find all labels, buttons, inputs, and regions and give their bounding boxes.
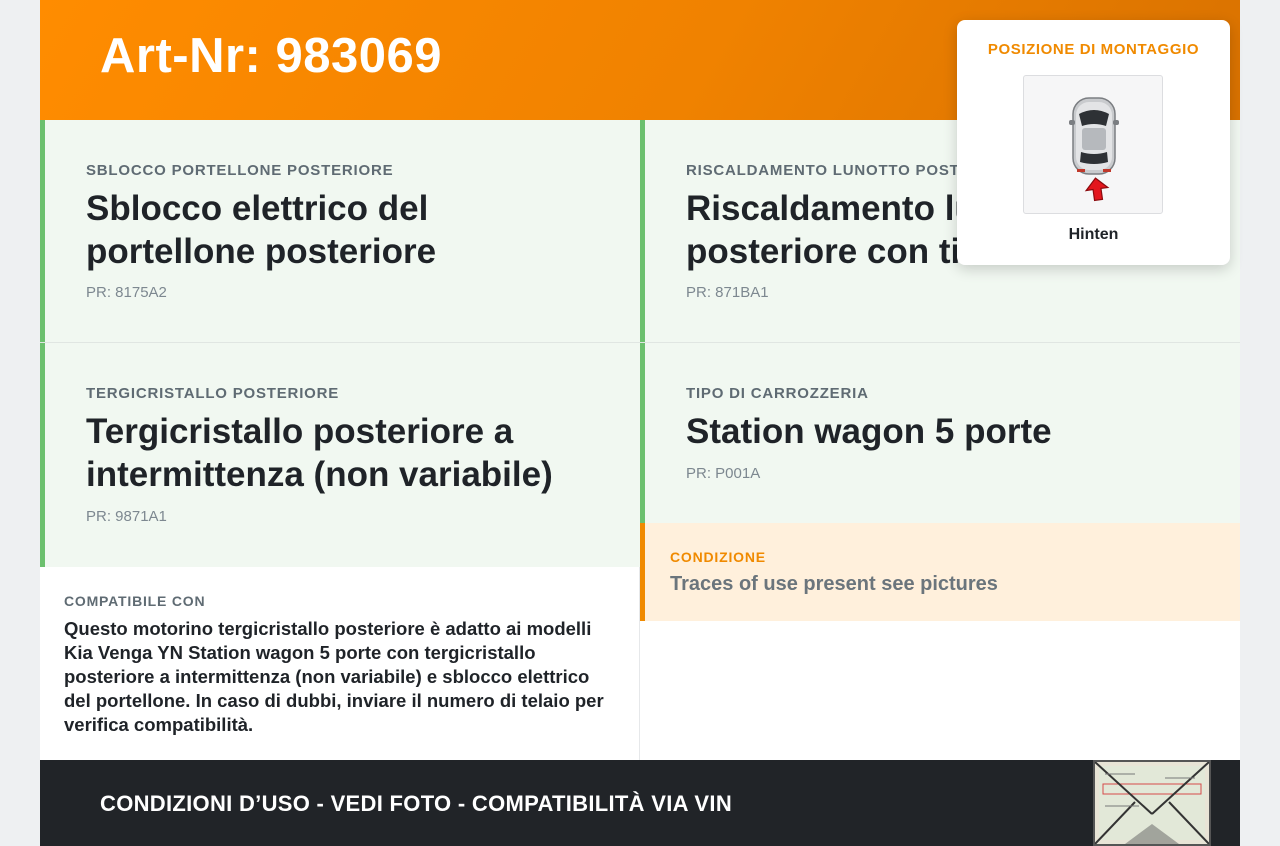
feature-value: Tergicristallo posteriore a intermittenz… — [86, 412, 553, 494]
footer-bar: CONDIZIONI D’USO - VEDI FOTO - COMPATIBI… — [40, 760, 1240, 846]
compatibility-section: COMPATIBILE CON Questo motorino tergicri… — [40, 567, 640, 760]
mounting-position-popup: POSIZIONE DI MONTAGGIO Hinten — [957, 20, 1230, 265]
feature-card-tailgate-release: SBLOCCO PORTELLONE POSTERIORE Sblocco el… — [40, 120, 640, 343]
feature-label: TIPO DI CARROZZERIA — [686, 385, 869, 402]
pr-code: PR: P001A — [686, 465, 761, 482]
footer-text: CONDIZIONI D’USO - VEDI FOTO - COMPATIBI… — [100, 791, 733, 816]
condition-label: CONDIZIONE — [670, 549, 766, 565]
compatibility-label: COMPATIBILE CON — [64, 593, 206, 609]
compatibility-text: Questo motorino tergicristallo posterior… — [64, 618, 604, 735]
feature-value: Station wagon 5 porte — [686, 412, 1052, 451]
pr-code: PR: 871BA1 — [686, 284, 769, 301]
mounting-position-title: POSIZIONE DI MONTAGGIO — [987, 41, 1200, 58]
feature-value: Sblocco elettrico del portellone posteri… — [86, 189, 437, 271]
pr-code: PR: 8175A2 — [86, 284, 167, 301]
feature-label: SBLOCCO PORTELLONE POSTERIORE — [86, 162, 394, 179]
car-rear-arrow-icon — [1069, 97, 1119, 202]
feature-label: TERGICRISTALLO POSTERIORE — [86, 385, 340, 402]
condition-section: CONDIZIONE Traces of use present see pic… — [640, 523, 1240, 621]
car-diagram — [1023, 75, 1163, 214]
envelope-icon — [1095, 762, 1209, 844]
pr-code: PR: 9871A1 — [86, 508, 167, 525]
feature-card-body-type: TIPO DI CARROZZERIA Station wagon 5 port… — [640, 343, 1240, 523]
mounting-position-value: Hinten — [1068, 226, 1119, 243]
label-photo-thumbnail — [1093, 760, 1211, 846]
feature-card-rear-wiper: TERGICRISTALLO POSTERIORE Tergicristallo… — [40, 343, 640, 567]
article-number-title: Art-Nr: 983069 — [100, 29, 442, 83]
condition-text: Traces of use present see pictures — [670, 573, 998, 595]
